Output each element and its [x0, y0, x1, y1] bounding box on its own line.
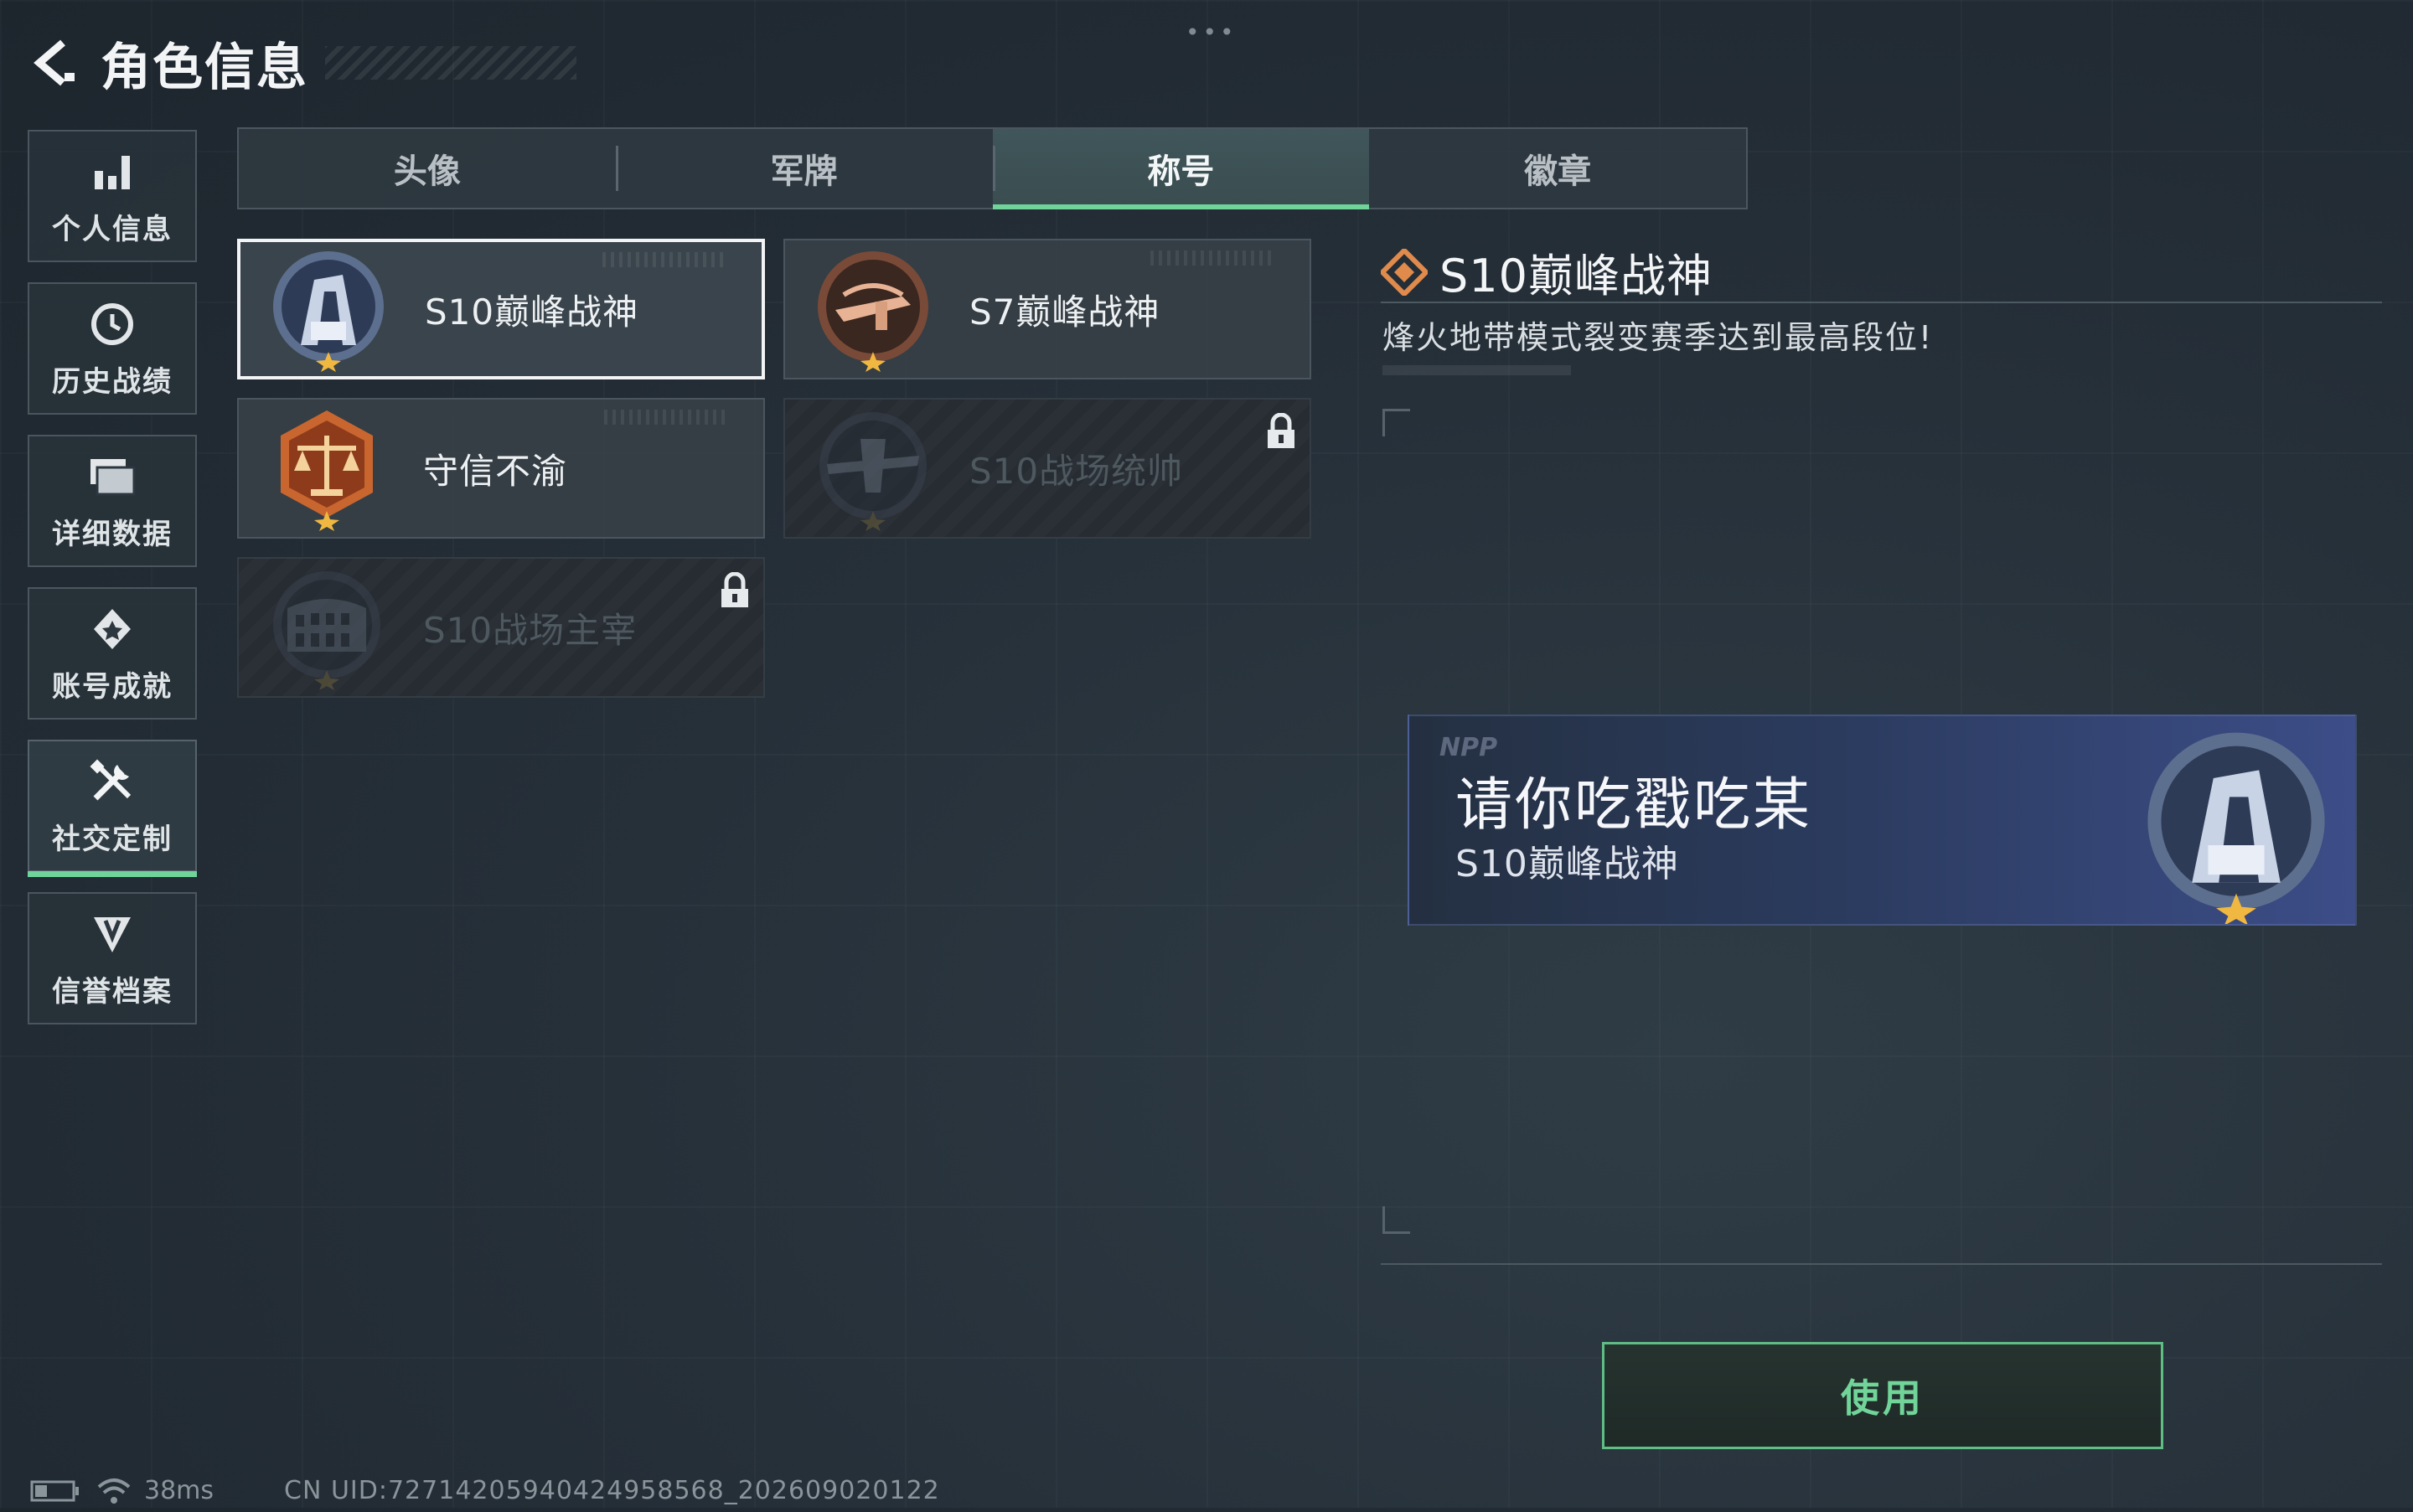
diamond-rank-icon — [1381, 248, 1428, 296]
peak-war-god-medal-icon — [257, 242, 400, 376]
tab-avatar[interactable]: 头像 — [239, 129, 616, 208]
title-card-label: S10巅峰战神 — [425, 291, 639, 333]
sidebar-item-history[interactable]: 历史战绩 — [28, 282, 197, 415]
folder-data-icon — [86, 451, 138, 503]
title-card-s7-peak-war-god[interactable]: S7巅峰战神 — [783, 239, 1311, 379]
back-arrow-icon[interactable] — [25, 34, 84, 92]
wifi-icon — [97, 1477, 131, 1505]
sidebar: 个人信息 历史战绩 详细数据 账号成就 社交定制 信誉档案 — [28, 130, 200, 1045]
title-card-s10-peak-war-god[interactable]: S10巅峰战神 — [237, 239, 765, 379]
sidebar-item-reputation[interactable]: 信誉档案 — [28, 892, 197, 1024]
tools-icon — [86, 756, 138, 808]
divider — [1381, 1263, 2382, 1265]
title-card-s10-battlefield-ruler[interactable]: S10战场主宰 — [237, 557, 765, 698]
battery-icon — [30, 1479, 80, 1503]
header: 角色信息 — [25, 25, 576, 101]
peak-war-god-medal-icon — [2136, 725, 2337, 924]
sidebar-item-social[interactable]: 社交定制 — [28, 740, 197, 877]
sidebar-item-label: 信誉档案 — [52, 974, 173, 1009]
title-card-s10-battlefield-commander[interactable]: S10战场统帅 — [783, 398, 1311, 539]
banner-title: S10巅峰战神 — [1455, 843, 1679, 885]
user-uid: CN UID:7271420594042495856​8_20260902012… — [284, 1476, 940, 1505]
sidebar-item-label: 社交定制 — [52, 822, 173, 856]
tab-badge[interactable]: 徽章 — [1369, 129, 1746, 208]
card-decoration — [1150, 250, 1276, 266]
tab-bar: 头像 军牌 称号 徽章 — [237, 127, 1748, 209]
tab-title[interactable]: 称号 — [992, 129, 1370, 209]
history-clock-icon — [86, 298, 138, 350]
status-bar: 38ms CN UID:7271420594042495856​8_202609… — [30, 1476, 940, 1505]
card-decoration — [604, 410, 730, 425]
title-card-label: S10战场统帅 — [969, 450, 1184, 492]
corner-bracket — [1382, 1206, 1410, 1234]
detail-title: S10巅峰战神 — [1439, 250, 1713, 302]
more-dots-icon: ••• — [1186, 18, 1238, 46]
sidebar-item-label: 历史战绩 — [52, 364, 173, 399]
colosseum-medal-icon — [256, 559, 398, 696]
banner-player-name: 请你吃戳吃某 — [1455, 772, 1813, 839]
use-button[interactable]: 使用 — [1602, 1342, 2163, 1449]
lock-icon — [720, 571, 750, 609]
lock-icon — [1266, 412, 1296, 450]
s7-war-god-medal-icon — [802, 240, 944, 378]
sidebar-item-profile[interactable]: 个人信息 — [28, 130, 197, 262]
divider — [1381, 302, 2382, 303]
title-card-label: S10战场主宰 — [423, 609, 638, 651]
sidebar-item-achievements[interactable]: 账号成就 — [28, 587, 197, 720]
ping-value: 38ms — [144, 1476, 214, 1505]
achievement-icon — [86, 603, 138, 655]
sidebar-item-details[interactable]: 详细数据 — [28, 435, 197, 567]
card-decoration — [602, 252, 728, 267]
title-preview-banner: NPP 请你吃戳吃某 S10巅峰战神 — [1408, 715, 2357, 926]
title-card-label: 守信不渝 — [423, 450, 568, 492]
scales-medal-icon — [256, 400, 398, 537]
page-title: 角色信息 — [101, 38, 308, 97]
bar-chart-icon — [86, 146, 138, 198]
tab-dogtag[interactable]: 军牌 — [615, 129, 993, 208]
title-card-label: S7巅峰战神 — [969, 291, 1160, 333]
title-card-trustworthy[interactable]: 守信不渝 — [237, 398, 765, 539]
sidebar-item-label: 个人信息 — [52, 212, 173, 246]
reputation-icon — [86, 908, 138, 960]
detail-header: S10巅峰战神 — [1381, 239, 1713, 305]
detail-description: 烽火地带模式裂变赛季达到最高段位! — [1382, 319, 1934, 356]
aircraft-medal-icon — [802, 400, 944, 537]
detail-decoration-bar — [1382, 365, 1571, 375]
title-decoration — [325, 46, 576, 80]
sidebar-item-label: 详细数据 — [52, 517, 173, 551]
corner-bracket — [1382, 409, 1410, 436]
sidebar-item-label: 账号成就 — [52, 669, 173, 704]
